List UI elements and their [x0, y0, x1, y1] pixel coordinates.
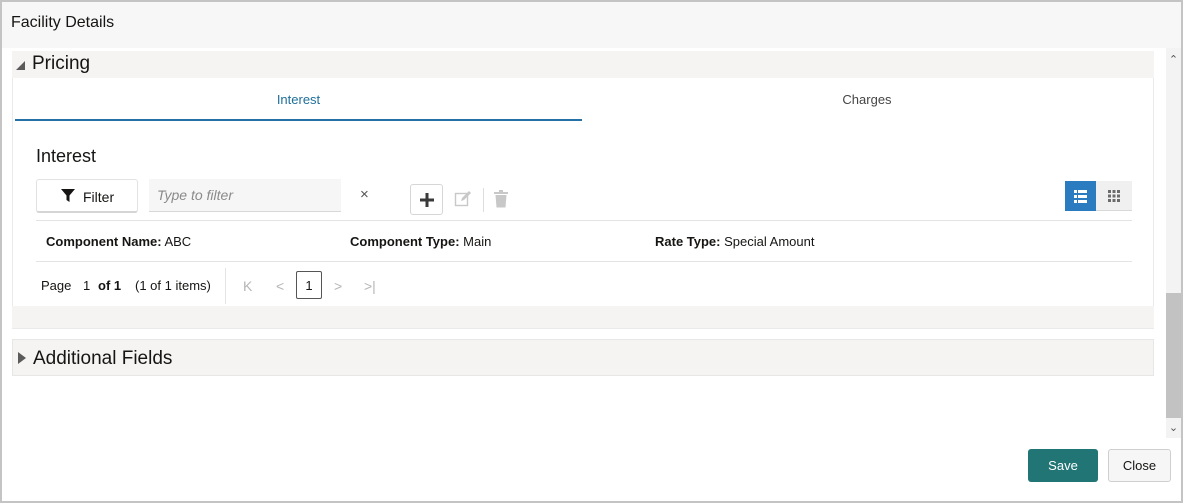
tab-charges[interactable]: Charges	[582, 78, 1152, 121]
page-label: Page	[41, 278, 72, 293]
scroll-down-icon[interactable]: ⌄	[1166, 421, 1181, 435]
dialog-content: Pricing Interest Charges Interest Filter…	[2, 48, 1166, 438]
toolbar-divider	[483, 188, 484, 212]
save-button[interactable]: Save	[1028, 449, 1098, 482]
component-type-cell: Component Type: Main	[350, 234, 491, 249]
expand-triangle-icon[interactable]	[18, 352, 26, 364]
plus-icon	[420, 193, 434, 207]
grid-view-button[interactable]	[1096, 181, 1132, 211]
first-page-icon[interactable]: K	[243, 278, 252, 294]
facility-details-dialog: Facility Details Pricing Interest Charge…	[0, 0, 1183, 503]
table-row[interactable]: Component Name: ABC Component Type: Main…	[36, 220, 1132, 262]
list-view-icon	[1074, 190, 1087, 203]
list-view-button[interactable]	[1065, 181, 1096, 211]
filter-input[interactable]	[149, 179, 341, 212]
component-type-value: Main	[463, 234, 492, 249]
pricing-footer	[12, 306, 1154, 328]
scroll-up-icon[interactable]: ⌃	[1166, 53, 1181, 67]
edit-icon[interactable]	[454, 190, 472, 208]
filter-button-label: Filter	[83, 189, 115, 205]
filter-icon	[61, 189, 75, 202]
rate-type-value: Special Amount	[724, 234, 815, 249]
component-name-value: ABC	[164, 234, 192, 249]
pagination: Page 1 of 1 (1 of 1 items) K < 1 > >|	[36, 268, 1132, 304]
pricing-section-header[interactable]: Pricing	[12, 51, 1154, 78]
next-page-icon[interactable]: >	[334, 278, 342, 294]
component-name-label: Component Name:	[46, 234, 162, 249]
collapse-triangle-icon[interactable]	[16, 61, 25, 70]
add-button[interactable]	[410, 184, 443, 215]
items-count: (1 of 1 items)	[135, 278, 211, 293]
component-name-cell: Component Name: ABC	[46, 234, 191, 249]
filter-button[interactable]: Filter	[36, 179, 138, 213]
additional-fields-section-header[interactable]: Additional Fields	[12, 339, 1154, 376]
grid-view-icon	[1108, 190, 1120, 202]
prev-page-icon[interactable]: <	[276, 278, 284, 294]
tab-interest[interactable]: Interest	[15, 78, 582, 121]
pager-divider	[225, 268, 226, 304]
rate-type-label: Rate Type:	[655, 234, 721, 249]
clear-filter-icon[interactable]: ×	[360, 186, 369, 203]
page-number-input[interactable]: 1	[83, 278, 90, 293]
pricing-body: Interest Charges Interest Filter ×	[12, 78, 1154, 329]
additional-fields-title: Additional Fields	[33, 348, 173, 369]
vertical-scrollbar[interactable]: ⌃ ⌄	[1166, 48, 1181, 438]
dialog-titlebar: Facility Details	[2, 2, 1181, 48]
last-page-icon[interactable]: >|	[364, 278, 376, 294]
component-type-label: Component Type:	[350, 234, 460, 249]
rate-type-cell: Rate Type: Special Amount	[655, 234, 814, 249]
pricing-title: Pricing	[32, 53, 91, 74]
close-button[interactable]: Close	[1108, 449, 1171, 482]
current-page-button[interactable]: 1	[296, 271, 322, 299]
trash-icon[interactable]	[493, 190, 509, 208]
page-of-label: of 1	[98, 278, 122, 293]
interest-subtitle: Interest	[36, 146, 97, 166]
dialog-title: Facility Details	[11, 14, 115, 31]
scrollbar-thumb[interactable]	[1166, 293, 1181, 418]
